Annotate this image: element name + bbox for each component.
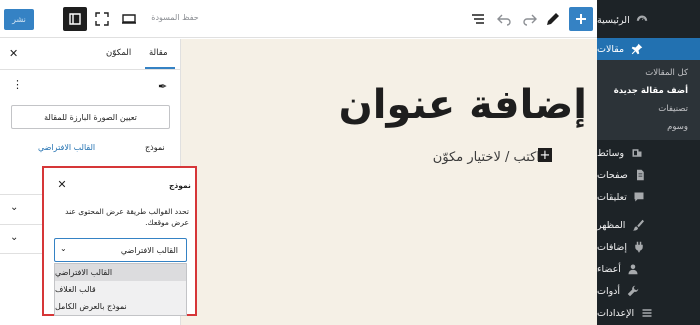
block-placeholder[interactable]: اكتب / لاختيار مكوّن <box>380 150 540 165</box>
editor-toolbar: حفظ المسودة نشر <box>0 0 597 38</box>
menu-settings-label: الإعدادات <box>597 307 635 319</box>
template-popover: نموذج ✕ تحدد القوالب طريقة عرض المحتوى ع… <box>42 166 197 316</box>
settings-icon <box>640 307 653 320</box>
plugin-icon <box>633 241 646 254</box>
submenu-tags[interactable]: وسوم <box>597 122 700 132</box>
save-draft-button[interactable]: حفظ المسودة <box>150 13 200 22</box>
popover-description: تحدد القوالب طريقة عرض المحتوى عند عرض م… <box>65 207 189 227</box>
comments-icon <box>633 191 646 204</box>
publish-button[interactable]: نشر <box>4 9 34 30</box>
template-option[interactable]: قالب الغلاف <box>55 281 186 298</box>
pencil-icon <box>547 13 559 25</box>
redo-button[interactable] <box>492 7 516 31</box>
menu-pages[interactable]: صفحات <box>597 164 700 186</box>
tools-button[interactable] <box>541 7 565 31</box>
wrench-icon <box>626 285 639 298</box>
submenu-all-posts[interactable]: كل المقالات <box>597 68 700 78</box>
chevron-down-icon[interactable]: ⌄ <box>10 232 18 243</box>
menu-posts-label: مقالات <box>597 43 625 55</box>
media-icon <box>630 147 643 160</box>
menu-users[interactable]: أعضاء <box>597 258 700 280</box>
menu-media[interactable]: وسائط <box>597 142 700 164</box>
submenu-categories[interactable]: تصنيفات <box>597 104 700 114</box>
menu-pages-label: صفحات <box>597 169 628 181</box>
template-option[interactable]: القالب الافتراضي <box>55 264 186 281</box>
chevron-down-icon[interactable]: ⌄ <box>10 202 18 213</box>
undo-icon <box>497 14 511 26</box>
admin-sidebar: الرئيسية مقالات كل المقالات أضف مقالة جد… <box>591 0 700 325</box>
close-icon[interactable]: ✕ <box>55 177 69 191</box>
sidebar-icon <box>69 13 81 25</box>
tabs-divider <box>0 69 181 70</box>
template-label: نموذج <box>145 143 165 152</box>
template-options-list: القالب الافتراضي قالب الغلاف نموذج بالعر… <box>54 263 187 316</box>
post-title[interactable]: إضافة عنوان <box>247 82 587 128</box>
tab-post[interactable]: مقالة <box>149 48 168 58</box>
redo-icon <box>523 14 537 26</box>
preview-button[interactable] <box>117 7 141 31</box>
template-value-link[interactable]: القالب الافتراضي <box>38 143 95 152</box>
menu-users-label: أعضاء <box>597 263 621 275</box>
template-select[interactable]: ⌄ القالب الافتراضي <box>54 238 187 262</box>
desktop-icon <box>122 14 136 24</box>
section-divider <box>0 253 42 254</box>
add-block-button[interactable] <box>569 7 593 31</box>
section-divider <box>0 194 42 195</box>
menu-comments[interactable]: تعليقات <box>597 186 700 208</box>
more-options-icon[interactable]: ⋮ <box>12 78 23 91</box>
menu-appearance[interactable]: المظهر <box>597 214 700 236</box>
menu-tools[interactable]: أدوات <box>597 280 700 302</box>
users-icon <box>627 263 640 276</box>
menu-dashboard-label: الرئيسية <box>597 14 630 26</box>
settings-toggle-button[interactable] <box>63 7 87 31</box>
menu-plugins-label: إضافات <box>597 241 627 253</box>
document-overview-button[interactable] <box>466 7 490 31</box>
tab-block[interactable]: المكوّن <box>106 48 131 58</box>
fullscreen-icon <box>95 12 109 26</box>
template-select-value: القالب الافتراضي <box>120 245 178 255</box>
post-icon: ✒ <box>158 80 168 93</box>
menu-appearance-label: المظهر <box>597 219 626 231</box>
menu-dashboard[interactable]: الرئيسية <box>597 9 700 31</box>
section-divider <box>0 224 42 225</box>
pin-icon <box>630 43 643 56</box>
menu-plugins[interactable]: إضافات <box>597 236 700 258</box>
dashboard-icon <box>636 14 649 27</box>
close-settings-button[interactable]: ✕ <box>9 47 18 60</box>
fullscreen-button[interactable] <box>90 7 114 31</box>
menu-settings[interactable]: الإعدادات <box>597 302 700 324</box>
brush-icon <box>631 219 644 232</box>
menu-comments-label: تعليقات <box>597 191 627 203</box>
popover-title: نموذج <box>169 181 191 190</box>
submenu-add-new[interactable]: أضف مقالة جديدة <box>597 86 700 96</box>
chevron-down-icon: ⌄ <box>60 244 67 253</box>
plus-icon <box>576 14 586 24</box>
template-option[interactable]: نموذج بالعرض الكامل <box>55 298 186 315</box>
undo-button[interactable] <box>518 7 542 31</box>
menu-tools-label: أدوات <box>597 285 621 297</box>
inline-add-block-button[interactable]: + <box>538 148 552 163</box>
menu-posts[interactable]: مقالات <box>597 38 700 60</box>
menu-media-label: وسائط <box>597 147 625 159</box>
set-featured-image-button[interactable]: تعيين الصورة البارزة للمقالة <box>11 105 170 129</box>
list-view-icon <box>472 14 484 24</box>
pages-icon <box>634 169 647 182</box>
